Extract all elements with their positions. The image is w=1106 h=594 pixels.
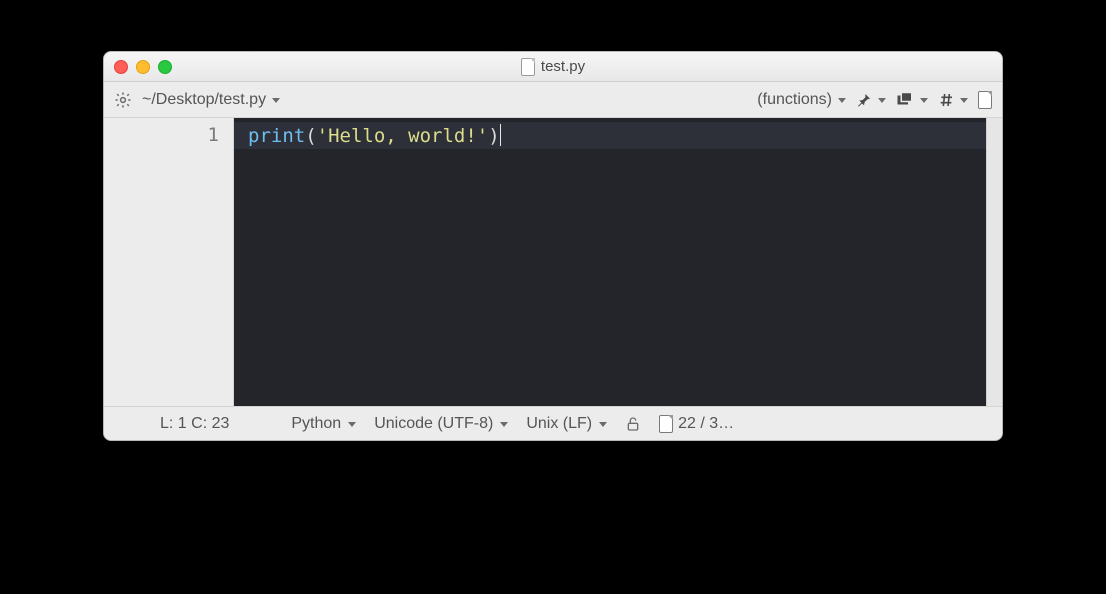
token-string: 'Hello, world!' [317, 125, 489, 147]
chevron-down-icon [920, 98, 928, 103]
panes-dropdown[interactable] [896, 92, 928, 108]
window-controls [114, 60, 172, 74]
window-title-text: test.py [541, 58, 585, 75]
window-title: test.py [104, 58, 1002, 76]
document-stats[interactable]: 22 / 3… [659, 415, 734, 433]
pin-dropdown[interactable] [856, 92, 886, 108]
page-icon [978, 91, 992, 109]
language-text: Python [291, 415, 341, 433]
hash-icon [938, 92, 954, 108]
unlock-icon [625, 416, 641, 432]
line-number-gutter[interactable]: 1 [104, 118, 234, 406]
stack-icon [896, 92, 914, 108]
statusbar: L: 1 C: 23 Python Unicode (UTF-8) Unix (… [104, 406, 1002, 440]
functions-dropdown[interactable]: (functions) [757, 91, 846, 109]
settings-button[interactable] [114, 91, 132, 109]
chevron-down-icon [878, 98, 886, 103]
code-area[interactable]: print('Hello, world!') [234, 118, 1002, 406]
token-paren: ) [488, 125, 499, 147]
close-window-button[interactable] [114, 60, 128, 74]
encoding-text: Unicode (UTF-8) [374, 415, 493, 433]
token-paren: ( [305, 125, 316, 147]
line-ending-dropdown[interactable]: Unix (LF) [526, 415, 607, 433]
cursor-position-text: L: 1 C: 23 [160, 415, 229, 433]
new-document-button[interactable] [978, 91, 992, 109]
minimize-window-button[interactable] [136, 60, 150, 74]
text-cursor [500, 124, 501, 146]
toolbar: ~/Desktop/test.py (functions) [104, 82, 1002, 118]
functions-label: (functions) [757, 91, 832, 109]
editor-area: 1 print('Hello, world!') [104, 118, 1002, 406]
document-stats-text: 22 / 3… [678, 415, 734, 433]
chevron-down-icon [838, 98, 846, 103]
document-icon [521, 58, 535, 76]
encoding-dropdown[interactable]: Unicode (UTF-8) [374, 415, 508, 433]
readonly-toggle[interactable] [625, 416, 641, 432]
zoom-window-button[interactable] [158, 60, 172, 74]
vertical-scrollbar[interactable] [986, 118, 1002, 406]
chevron-down-icon [272, 98, 280, 103]
pin-icon [856, 92, 872, 108]
token-function: print [248, 125, 305, 147]
code-line[interactable]: print('Hello, world!') [234, 122, 1002, 149]
chevron-down-icon [599, 422, 607, 427]
line-ending-text: Unix (LF) [526, 415, 592, 433]
page-icon [659, 415, 673, 433]
line-number: 1 [104, 124, 219, 146]
gear-icon [114, 91, 132, 109]
file-path-text: ~/Desktop/test.py [142, 91, 266, 109]
chevron-down-icon [500, 422, 508, 427]
hash-dropdown[interactable] [938, 92, 968, 108]
editor-window: test.py ~/Desktop/test.py (functions) [103, 51, 1003, 441]
cursor-position[interactable]: L: 1 C: 23 [160, 415, 229, 433]
file-path-dropdown[interactable]: ~/Desktop/test.py [142, 91, 280, 109]
chevron-down-icon [348, 422, 356, 427]
chevron-down-icon [960, 98, 968, 103]
language-dropdown[interactable]: Python [291, 415, 356, 433]
titlebar[interactable]: test.py [104, 52, 1002, 82]
